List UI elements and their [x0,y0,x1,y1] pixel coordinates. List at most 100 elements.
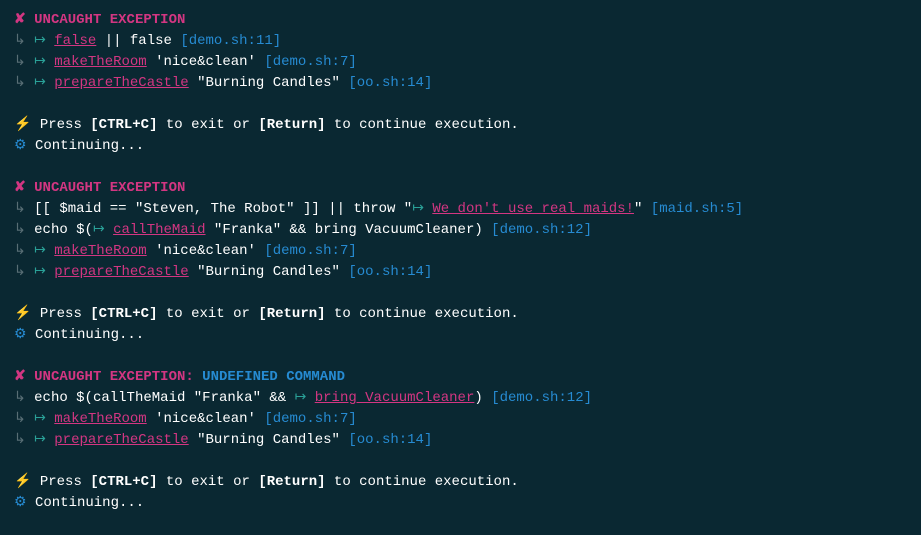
bolt-icon: ⚡ [14,474,31,490]
frame-location: [demo.sh:7] [264,54,356,70]
tree-icon: ↳ [14,54,26,70]
frame-highlight: makeTheRoom [54,411,146,427]
arrow-icon: ↦ [34,75,54,91]
arrow-icon: ↦ [34,243,54,259]
prompt-line: ⚡ Press [CTRL+C] to exit or [Return] to … [14,115,907,136]
frame-location: [oo.sh:14] [348,75,432,91]
prompt-text: to continue execution. [326,474,519,490]
x-icon: ✘ [14,12,26,28]
prompt-line: ⚡ Press [CTRL+C] to exit or [Return] to … [14,472,907,493]
frame-suffix: || false [96,33,172,49]
exception-title: UNCAUGHT EXCEPTION [34,12,185,28]
x-icon: ✘ [14,369,26,385]
frame-highlight: callTheMaid [113,222,205,238]
blank-line [14,94,907,115]
exception-title: UNCAUGHT EXCEPTION [34,180,185,196]
frame-location: [demo.sh:12] [491,222,592,238]
continuing-text: Continuing... [35,327,144,343]
tree-icon: ↳ [14,201,26,217]
prompt-text: to continue execution. [326,306,519,322]
bolt-icon: ⚡ [14,117,31,133]
arrow-icon: ↦ [34,54,54,70]
continuing-line: ⚙ Continuing... [14,136,907,157]
prompt-text: to continue execution. [326,117,519,133]
frame-highlight: false [54,33,96,49]
frame-highlight: makeTheRoom [54,243,146,259]
frame-suffix: ) [474,390,482,406]
tree-icon: ↳ [14,411,26,427]
tree-icon: ↳ [14,33,26,49]
frame-highlight: prepareTheCastle [54,264,188,280]
frame-highlight: makeTheRoom [54,54,146,70]
frame-suffix: 'nice&clean' [147,54,256,70]
tree-icon: ↳ [14,264,26,280]
stack-frame: ↳ ↦ prepareTheCastle "Burning Candles" [… [14,73,907,94]
blank-line [14,514,907,535]
frame-highlight: We don't use real maids! [432,201,634,217]
arrow-icon: ↦ [34,411,54,427]
stack-frame: ↳ ↦ false || false [demo.sh:11] [14,31,907,52]
frame-location: [oo.sh:14] [348,432,432,448]
frame-location: [demo.sh:12] [491,390,592,406]
prompt-line: ⚡ Press [CTRL+C] to exit or [Return] to … [14,304,907,325]
frame-suffix: "Burning Candles" [189,432,340,448]
blank-line [14,451,907,472]
arrow-icon: ↦ [295,390,315,406]
exception-title: UNCAUGHT EXCEPTION: [34,369,194,385]
bolt-icon: ⚡ [14,306,31,322]
prompt-text: to exit or [157,306,258,322]
blank-line [14,346,907,367]
continuing-text: Continuing... [35,138,144,154]
frame-location: [demo.sh:7] [264,411,356,427]
exception-header: ✘ UNCAUGHT EXCEPTION: UNDEFINED COMMAND [14,367,907,388]
key-return: [Return] [258,306,325,322]
gear-icon: ⚙ [14,327,27,343]
prompt-text: Press [40,306,90,322]
frame-suffix: " [634,201,642,217]
exception-header: ✘ UNCAUGHT EXCEPTION [14,178,907,199]
frame-suffix: "Burning Candles" [189,264,340,280]
gear-icon: ⚙ [14,495,27,511]
key-ctrlc: [CTRL+C] [90,474,157,490]
key-ctrlc: [CTRL+C] [90,306,157,322]
prompt-text: Press [40,117,90,133]
frame-highlight: prepareTheCastle [54,432,188,448]
x-icon: ✘ [14,180,26,196]
frame-suffix: "Burning Candles" [189,75,340,91]
stack-frame: ↳ ↦ makeTheRoom 'nice&clean' [demo.sh:7] [14,52,907,73]
stack-frame: ↳ ↦ makeTheRoom 'nice&clean' [demo.sh:7] [14,409,907,430]
arrow-icon: ↦ [34,264,54,280]
stack-frame: ↳ echo $(↦ callTheMaid "Franka" && bring… [14,220,907,241]
arrow-icon: ↦ [93,222,113,238]
frame-prefix: [[ $maid == "Steven, The Robot" ]] || th… [34,201,412,217]
prompt-text: to exit or [157,117,258,133]
frame-location: [demo.sh:7] [264,243,356,259]
frame-prefix: echo $(callTheMaid "Franka" && [34,390,294,406]
key-ctrlc: [CTRL+C] [90,117,157,133]
frame-location: [oo.sh:14] [348,264,432,280]
stack-frame: ↳ ↦ prepareTheCastle "Burning Candles" [… [14,262,907,283]
prompt-text: Press [40,474,90,490]
frame-location: [demo.sh:11] [180,33,281,49]
tree-icon: ↳ [14,390,26,406]
blank-line [14,283,907,304]
continuing-line: ⚙ Continuing... [14,493,907,514]
tree-icon: ↳ [14,243,26,259]
stack-frame: ↳ ↦ makeTheRoom 'nice&clean' [demo.sh:7] [14,241,907,262]
gear-icon: ⚙ [14,138,27,154]
frame-prefix: echo $( [34,222,93,238]
frame-highlight: bring VacuumCleaner [315,390,475,406]
tree-icon: ↳ [14,75,26,91]
frame-highlight: prepareTheCastle [54,75,188,91]
exception-subtitle: UNDEFINED COMMAND [194,369,345,385]
arrow-icon: ↦ [34,33,54,49]
tree-icon: ↳ [14,222,26,238]
arrow-icon: ↦ [412,201,432,217]
frame-suffix: 'nice&clean' [147,411,256,427]
stack-frame: ↳ [[ $maid == "Steven, The Robot" ]] || … [14,199,907,220]
tree-icon: ↳ [14,432,26,448]
blank-line [14,157,907,178]
exception-header: ✘ UNCAUGHT EXCEPTION [14,10,907,31]
arrow-icon: ↦ [34,432,54,448]
frame-location: [maid.sh:5] [651,201,743,217]
